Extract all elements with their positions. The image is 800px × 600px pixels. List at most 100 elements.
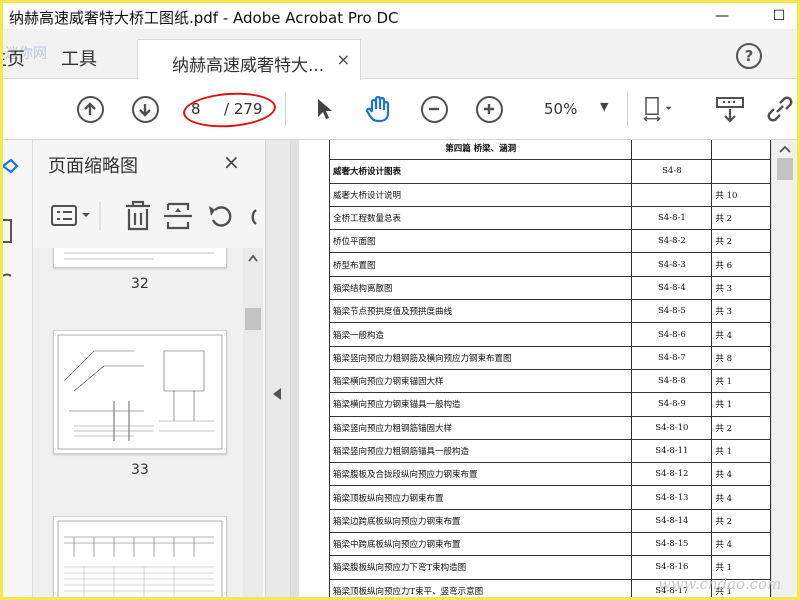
table-cell-sheets: 共 10: [711, 182, 771, 207]
table-cell-code: S4-8-14: [631, 508, 713, 534]
thumbnails-scrollbar[interactable]: [243, 248, 263, 597]
minimize-button[interactable]: —: [706, 5, 738, 27]
table-row: 箱梁顶板纵向预应力钢束布置 S4-8-13 共 4: [328, 485, 771, 510]
table-cell-name: 箱梁中跨底板纵向预应力钢束布置: [328, 532, 633, 557]
table-cell-sheets: 共 4: [711, 485, 771, 510]
drawing-preview: [57, 334, 223, 450]
scroll-mode-icon: [716, 97, 744, 123]
table-row: 全桥工程数量总表 S4-8-1 共 2: [328, 205, 771, 231]
arrow-up-icon: [76, 95, 104, 123]
table-row: 箱梁竖向预应力粗钢筋及横向预应力钢束布置图 S4-8-7 共 8: [328, 345, 771, 370]
table-cell-name: 威奢大桥设计说明: [328, 182, 633, 207]
next-page-button[interactable]: [130, 94, 160, 124]
page-thumbnails-panel: 页面缩略图 × 32 33: [33, 140, 265, 597]
table-row: 箱梁节点预拱度值及预拱度曲线 S4-8-5 共 3: [328, 299, 771, 324]
select-tool-button[interactable]: [309, 94, 339, 124]
table-cell-code: S4-8-1: [631, 205, 713, 231]
zoom-in-button[interactable]: [474, 94, 504, 124]
zoom-out-button[interactable]: [419, 94, 449, 124]
table-cell-sheets: 共 3: [711, 275, 771, 301]
previous-page-button[interactable]: [75, 94, 105, 124]
thumbnail-page-34[interactable]: [53, 516, 227, 597]
table-row: 箱梁一般构造 S4-8-6 共 4: [328, 322, 771, 347]
table-cell-name: 箱梁腹板及合拢段纵向预应力钢束布置: [328, 462, 633, 487]
thumbnail-label: 32: [131, 276, 149, 292]
pdf-page: 第四篇 桥梁、涵洞 威奢大桥设计图表 S4-8 威奢大桥设计说明 共 10 全桥工程数量…: [299, 140, 771, 597]
table-cell-sheets: 共 1: [711, 368, 771, 394]
table-cell-sheets: 共 2: [711, 508, 771, 534]
extract-page-icon[interactable]: [164, 202, 192, 230]
link-icon: [767, 96, 793, 122]
table-cell-name: 桥位平面图: [328, 229, 633, 254]
toolbar-divider: [627, 92, 628, 126]
navigation-rail: [3, 140, 33, 597]
table-cell-sheets: 共 8: [711, 345, 771, 370]
table-cell-sheets: 共 1: [711, 438, 771, 464]
table-cell-name: 箱梁横向预应力钢束锚具一般构造: [328, 392, 633, 417]
scrollbar-thumb[interactable]: [777, 158, 793, 180]
table-cell-code: S4-8: [631, 159, 713, 184]
rotate-page-icon[interactable]: [209, 206, 232, 227]
document-view[interactable]: 第四篇 桥梁、涵洞 威奢大桥设计图表 S4-8 威奢大桥设计说明 共 10 全桥工程数量…: [291, 140, 771, 597]
tab-tools[interactable]: 工具: [61, 45, 97, 71]
scroll-mode-button[interactable]: [715, 94, 745, 124]
table-cell-sheets: 共 4: [711, 532, 771, 557]
tab-bar: 迷你网 主页 工具 纳赫高速威奢特大... × ?: [3, 29, 797, 80]
table-cell-name: 箱梁竖向预应力粗钢筋锚固大样: [328, 415, 633, 440]
table-cell-name: 箱梁横向预应力钢束锚固大样: [328, 368, 633, 394]
help-button[interactable]: ?: [736, 43, 762, 69]
table-cell-code: S4-8-6: [631, 322, 713, 347]
table-cell-code: S4-8-13: [631, 485, 713, 510]
arrow-down-icon: [131, 95, 159, 123]
title-bar: 纳赫高速威奢特大桥工图纸.pdf - Adobe Acrobat Pro DC …: [3, 3, 797, 29]
thumbnail-label: 33: [131, 462, 149, 478]
link-button[interactable]: [765, 94, 795, 124]
acrobat-window: 纳赫高速威奢特大桥工图纸.pdf - Adobe Acrobat Pro DC …: [3, 3, 797, 597]
collapse-arrow-icon[interactable]: [273, 388, 281, 400]
panel-close-icon[interactable]: ×: [223, 150, 240, 174]
table-row: 箱梁结构离散图 S4-8-4 共 3: [328, 275, 771, 301]
scrollbar-thumb[interactable]: [245, 308, 261, 330]
table-row: 威奢大桥设计图表 S4-8: [328, 159, 771, 184]
table-cell-sheets: 共 1: [711, 392, 771, 417]
table-row: 箱梁竖向预应力粗钢筋锚固大样 S4-8-10 共 2: [328, 415, 771, 440]
maximize-button[interactable]: ☐: [763, 5, 795, 27]
table-cell-code: S4-8-15: [631, 532, 713, 557]
tab-close-icon[interactable]: ×: [337, 50, 350, 69]
table-cell-code: S4-8-12: [631, 462, 713, 487]
table-cell-sheets: [711, 159, 771, 184]
table-cell-name: 箱梁节点预拱度值及预拱度曲线: [328, 299, 633, 324]
table-cell-name: 桥型布置图: [328, 252, 633, 277]
delete-page-icon[interactable]: [126, 200, 150, 231]
table-row: 箱梁横向预应力钢束锚具一般构造 S4-8-9 共 1: [328, 392, 771, 417]
zoom-level-input[interactable]: 50%: [544, 100, 577, 118]
table-cell-code: S4-8-10: [631, 415, 713, 440]
table-cell-sheets: 共 4: [711, 462, 771, 487]
main-toolbar: 8 / 279 50% ▼: [3, 80, 797, 140]
table-row: 箱梁腹板及合拢段纵向预应力钢束布置 S4-8-12 共 4: [328, 462, 771, 487]
document-scrollbar[interactable]: [771, 140, 797, 597]
tab-home[interactable]: 主页: [3, 45, 25, 71]
table-header-cell: 第四篇 桥梁、涵洞: [328, 140, 633, 161]
table-cell-code: S4-8-2: [631, 229, 713, 254]
thumbnail-page-33[interactable]: [53, 330, 227, 454]
tab-document[interactable]: 纳赫高速威奢特大... ×: [137, 39, 361, 80]
toolbar-divider: [285, 92, 286, 126]
table-cell-code: S4-8-5: [631, 299, 713, 324]
panel-collapse-strip[interactable]: [265, 140, 291, 597]
hand-tool-button[interactable]: [364, 94, 394, 124]
thumbnails-list[interactable]: 32 33: [33, 248, 243, 597]
thumbnail-options-icon[interactable]: [51, 205, 90, 226]
page-fit-button[interactable]: [643, 94, 673, 124]
table-cell-name: 箱梁竖向预应力粗钢筋及横向预应力钢束布置图: [328, 345, 633, 370]
zoom-dropdown-icon[interactable]: ▼: [600, 100, 608, 113]
table-cell-sheets: 共 2: [711, 205, 771, 231]
minus-icon: [420, 95, 448, 123]
table-row: 箱梁中跨底板纵向预应力钢束布置 S4-8-15 共 4: [328, 532, 771, 557]
table-row: 桥型布置图 S4-8-3 共 6: [328, 252, 771, 277]
drawing-preview: [57, 520, 223, 597]
table-header-cell: [631, 140, 713, 161]
thumbnail-page-32[interactable]: [53, 248, 227, 268]
table-cell-code: S4-8-3: [631, 252, 713, 277]
drawing-index-table: 第四篇 桥梁、涵洞 威奢大桥设计图表 S4-8 威奢大桥设计说明 共 10 全桥工程数量…: [328, 140, 771, 597]
